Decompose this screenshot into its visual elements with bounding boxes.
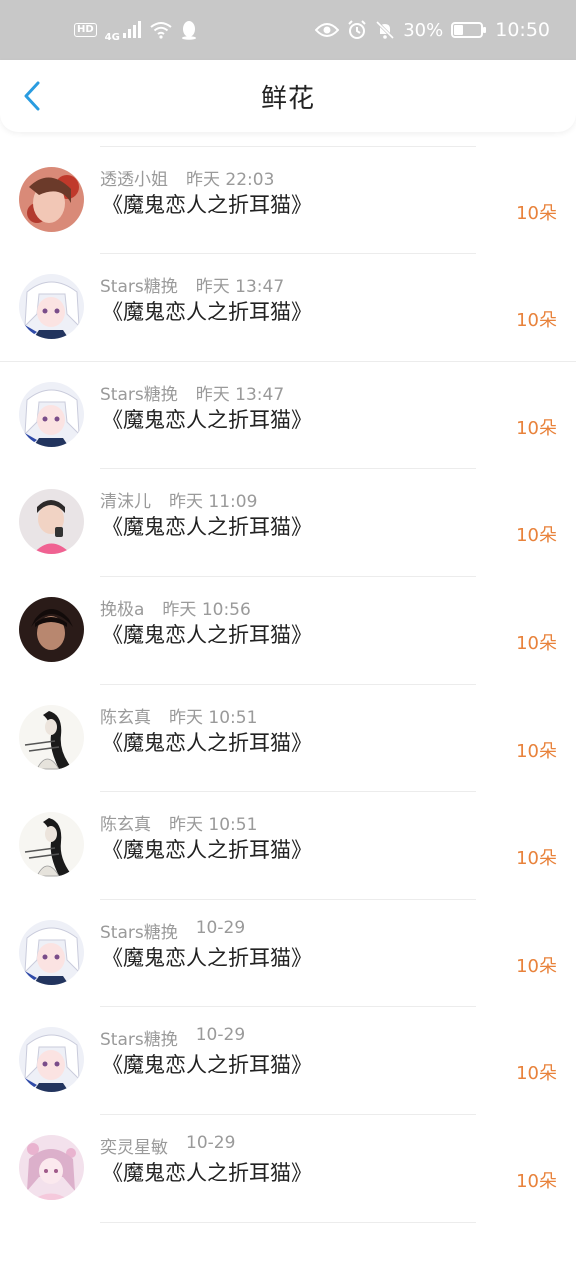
timestamp: 10-29 — [186, 1132, 236, 1153]
status-bar-left: HD 4G — [74, 18, 198, 43]
list-item[interactable]: 《魔鬼恋人之折耳猫》10朵 — [0, 132, 576, 147]
battery-level — [454, 25, 463, 35]
flower-count: 10朵 — [516, 417, 557, 439]
flower-count: 10朵 — [516, 202, 557, 224]
user-name[interactable]: Stars糖挽 — [100, 272, 178, 297]
app-header: 鲜花 — [0, 60, 576, 132]
user-name[interactable]: 奕灵星敏 — [100, 1133, 168, 1158]
flower-count: 10朵 — [516, 955, 557, 977]
avatar[interactable] — [19, 1027, 84, 1093]
timestamp: 昨天 22:03 — [186, 169, 275, 190]
flower-count: 10朵 — [516, 740, 557, 762]
item-meta: 挽极a 昨天 10:56 — [100, 595, 251, 620]
status-bar-right: 30% 10:50 — [315, 19, 550, 41]
back-button[interactable] — [16, 78, 48, 114]
timestamp: 昨天 13:47 — [195, 384, 285, 405]
book-title[interactable]: 《魔鬼恋人之折耳猫》 — [102, 619, 312, 649]
clock: 10:50 — [495, 19, 550, 41]
book-title[interactable]: 《魔鬼恋人之折耳猫》 — [102, 942, 312, 972]
avatar[interactable] — [19, 166, 84, 232]
avatar[interactable] — [19, 596, 84, 662]
flower-count: 10朵 — [516, 848, 557, 870]
item-meta: Stars糖挽 10-29 — [100, 918, 245, 943]
list-item[interactable]: Stars糖挽 10-29 《魔鬼恋人之折耳猫》 10朵 — [0, 900, 576, 1008]
list-item[interactable]: Stars糖挽 昨天 13:47 《魔鬼恋人之折耳猫》 10朵 — [0, 362, 576, 470]
item-meta: Stars糖挽 昨天 13:47 — [100, 272, 284, 297]
timestamp: 10-29 — [195, 917, 246, 938]
user-name[interactable]: Stars糖挽 — [100, 380, 178, 405]
flower-list-items: 《魔鬼恋人之折耳猫》10朵透透小姐昨天 22:03《魔鬼恋人之折耳猫》10朵St… — [0, 132, 576, 1223]
item-meta: 陈玄真 昨天 10:51 — [100, 810, 257, 835]
list-item[interactable]: 清沫儿 昨天 11:09 《魔鬼恋人之折耳猫》 10朵 — [0, 469, 576, 577]
user-name[interactable]: 透透小姐 — [100, 165, 168, 190]
user-name[interactable]: 挽极a — [100, 595, 144, 620]
qq-icon — [181, 21, 196, 40]
list-item[interactable]: Stars糖挽 昨天 13:47 《魔鬼恋人之折耳猫》 10朵 — [0, 254, 576, 362]
hd-icon: HD — [74, 23, 97, 37]
timestamp: 昨天 13:47 — [195, 277, 285, 298]
item-meta: Stars糖挽 昨天 13:47 — [100, 380, 284, 405]
item-meta: Stars糖挽 10-29 — [100, 1025, 245, 1050]
book-title[interactable]: 《魔鬼恋人之折耳猫》 — [102, 189, 312, 219]
list-item[interactable]: Stars糖挽 10-29 《魔鬼恋人之折耳猫》 10朵 — [0, 1007, 576, 1115]
book-title[interactable]: 《魔鬼恋人之折耳猫》 — [102, 1049, 312, 1079]
item-meta: 陈玄真 昨天 10:51 — [100, 703, 257, 728]
page-title: 鲜花 — [260, 83, 315, 114]
book-title[interactable]: 《魔鬼恋人之折耳猫》 — [102, 296, 312, 326]
book-title[interactable]: 《魔鬼恋人之折耳猫》 — [102, 727, 312, 757]
flower-count: 10朵 — [516, 1063, 557, 1085]
alarm-icon — [348, 20, 366, 39]
avatar[interactable] — [19, 1134, 84, 1200]
book-title[interactable]: 《魔鬼恋人之折耳猫》 — [102, 404, 312, 434]
divider — [100, 1221, 476, 1223]
timestamp: 昨天 10:56 — [162, 599, 251, 620]
chevron-left-icon — [24, 81, 40, 111]
battery-percent: 30% — [403, 19, 444, 41]
item-meta: 清沫儿 昨天 11:09 — [100, 487, 257, 512]
flower-count: 10朵 — [516, 1170, 557, 1192]
flower-count: 10朵 — [516, 525, 557, 547]
book-title[interactable]: 《魔鬼恋人之折耳猫》 — [102, 511, 312, 541]
avatar[interactable] — [19, 381, 84, 447]
timestamp: 昨天 10:51 — [169, 815, 258, 836]
book-title[interactable]: 《魔鬼恋人之折耳猫》 — [102, 1157, 312, 1187]
flower-count: 10朵 — [516, 632, 557, 654]
avatar[interactable] — [19, 274, 84, 340]
user-name[interactable]: 清沫儿 — [100, 487, 151, 512]
book-title[interactable]: 《魔鬼恋人之折耳猫》 — [102, 834, 312, 864]
status-bar: HD 4G 30% 10:50 — [0, 0, 576, 60]
avatar[interactable] — [19, 704, 84, 770]
list-item[interactable]: 陈玄真 昨天 10:51 《魔鬼恋人之折耳猫》 10朵 — [0, 685, 576, 793]
list-item[interactable]: 挽极a 昨天 10:56 《魔鬼恋人之折耳猫》 10朵 — [0, 577, 576, 685]
user-name[interactable]: 陈玄真 — [100, 703, 151, 728]
avatar[interactable] — [19, 489, 84, 555]
avatar[interactable] — [19, 812, 84, 878]
list-item[interactable]: 透透小姐 昨天 22:03 《魔鬼恋人之折耳猫》 10朵 — [0, 147, 576, 255]
user-name[interactable]: Stars糖挽 — [100, 918, 178, 943]
user-name[interactable]: Stars糖挽 — [100, 1025, 178, 1050]
timestamp: 昨天 10:51 — [169, 707, 258, 728]
timestamp: 昨天 11:09 — [169, 492, 258, 513]
avatar[interactable] — [19, 919, 84, 985]
battery-icon — [451, 22, 487, 38]
network-type-label: 4G — [104, 31, 120, 43]
mute-icon — [376, 20, 395, 40]
flower-count: 10朵 — [516, 310, 557, 332]
item-meta: 透透小姐 昨天 22:03 — [100, 165, 274, 190]
signal-icon — [122, 21, 141, 38]
wifi-icon — [150, 22, 172, 39]
list-item[interactable]: 陈玄真 昨天 10:51 《魔鬼恋人之折耳猫》 10朵 — [0, 792, 576, 900]
flower-list[interactable]: 《魔鬼恋人之折耳猫》10朵透透小姐昨天 22:03《魔鬼恋人之折耳猫》10朵St… — [0, 132, 576, 1280]
user-name[interactable]: 陈玄真 — [100, 810, 151, 835]
eye-icon — [315, 23, 340, 37]
timestamp: 10-29 — [195, 1025, 246, 1046]
item-meta: 奕灵星敏 10-29 — [100, 1133, 235, 1158]
list-item[interactable]: 奕灵星敏 10-29 《魔鬼恋人之折耳猫》 10朵 — [0, 1115, 576, 1223]
